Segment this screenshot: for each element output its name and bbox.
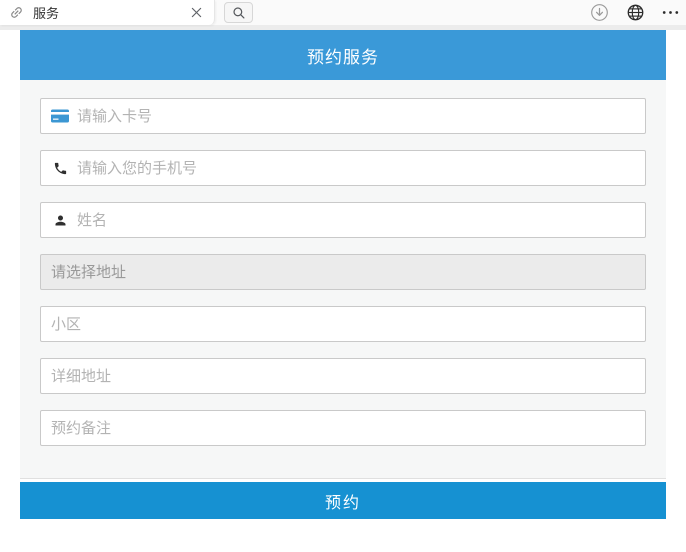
name-input[interactable]	[77, 212, 635, 229]
toolbar-right-icons	[590, 0, 679, 25]
globe-icon[interactable]	[626, 3, 645, 22]
credit-card-icon	[51, 109, 69, 123]
card-number-field[interactable]	[40, 98, 646, 134]
reserve-button[interactable]: 预约	[20, 482, 666, 519]
remark-input[interactable]	[51, 420, 635, 437]
link-icon	[9, 5, 24, 20]
close-icon[interactable]	[188, 5, 204, 21]
phone-icon	[51, 161, 69, 176]
search-button[interactable]	[224, 2, 253, 23]
phone-input[interactable]	[77, 160, 635, 177]
browser-toolbar: 服务	[0, 0, 686, 25]
page-body: 预约服务	[0, 30, 686, 519]
search-icon	[232, 6, 246, 20]
tab-title: 服务	[33, 3, 188, 22]
detail-address-field[interactable]	[40, 358, 646, 394]
community-input[interactable]	[51, 316, 635, 333]
remark-field[interactable]	[40, 410, 646, 446]
name-field[interactable]	[40, 202, 646, 238]
address-select-input[interactable]	[51, 264, 635, 281]
more-icon[interactable]	[662, 10, 679, 15]
download-icon[interactable]	[590, 3, 609, 22]
card-number-input[interactable]	[77, 108, 635, 125]
page-title: 预约服务	[20, 30, 666, 80]
address-select-field[interactable]	[40, 254, 646, 290]
user-icon	[51, 213, 69, 228]
phone-field[interactable]	[40, 150, 646, 186]
reservation-form	[20, 80, 666, 479]
detail-address-input[interactable]	[51, 368, 635, 385]
community-field[interactable]	[40, 306, 646, 342]
browser-tab[interactable]: 服务	[0, 0, 215, 25]
